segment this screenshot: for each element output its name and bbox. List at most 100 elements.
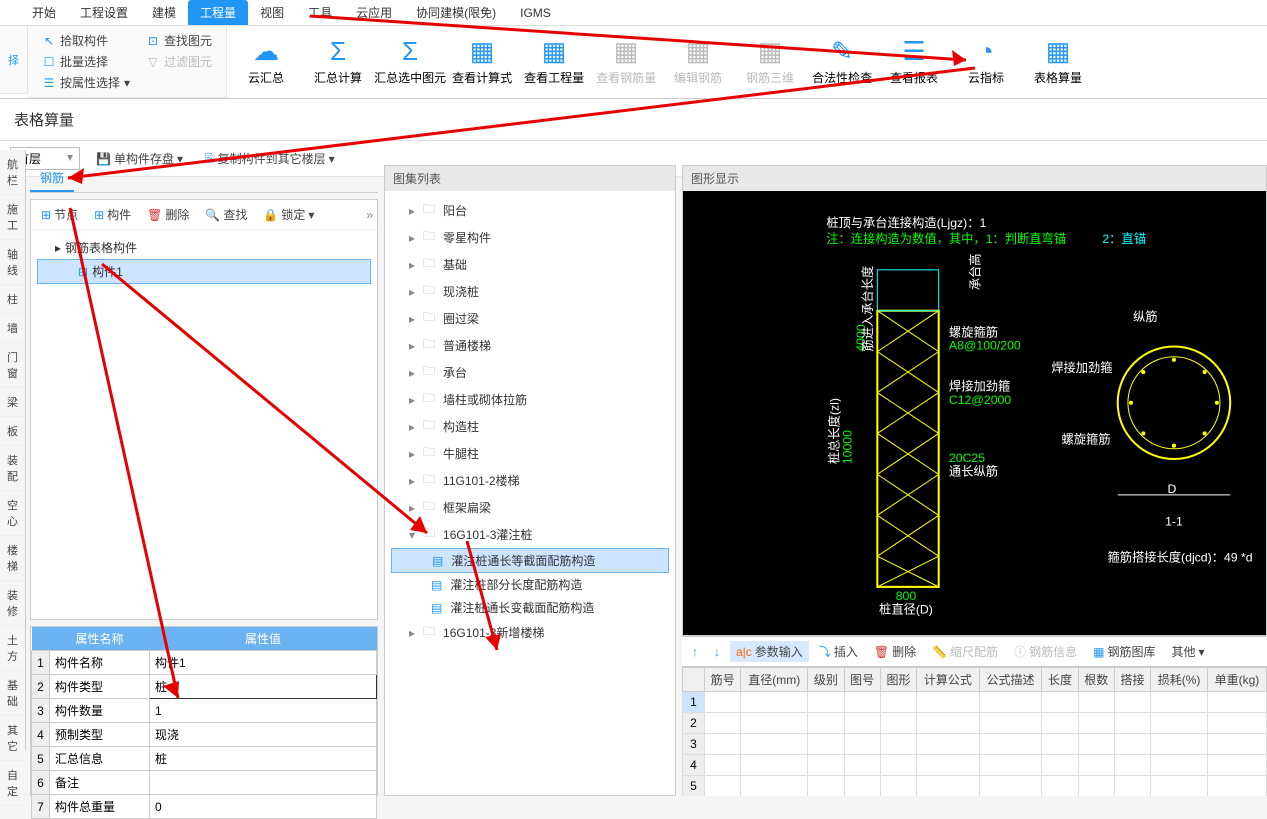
atlas-零星构件[interactable]: ▸🗀零星构件 [391, 224, 669, 251]
cat-自定[interactable]: 自定 [0, 761, 25, 806]
grid-cell[interactable] [1151, 755, 1208, 776]
grid-cell[interactable] [917, 692, 980, 713]
tree-root[interactable]: ▸ 钢筋表格构件 [37, 236, 371, 259]
tab-quantity[interactable]: 工程量 [188, 0, 248, 25]
grid-delete[interactable]: 🗑删除 [868, 641, 922, 662]
grid-cell[interactable] [1114, 692, 1150, 713]
cat-楼梯[interactable]: 楼梯 [0, 536, 25, 581]
grid-cell[interactable] [741, 755, 808, 776]
cat-轴线[interactable]: 轴线 [0, 240, 25, 285]
tab-modeling[interactable]: 建模 [140, 0, 188, 25]
atlas-11G101-2楼梯[interactable]: ▸🗀11G101-2楼梯 [391, 467, 669, 494]
grid-cell[interactable] [1151, 692, 1208, 713]
grid-cell[interactable] [1042, 776, 1078, 797]
cat-基础[interactable]: 基础 [0, 671, 25, 716]
delete-btn[interactable]: 🗑删除 [141, 204, 195, 225]
atlas-框架扁梁[interactable]: ▸🗀框架扁梁 [391, 494, 669, 521]
pick-component[interactable]: ↖拾取构件 [38, 30, 134, 51]
grid-cell[interactable] [979, 755, 1042, 776]
grid-cell[interactable] [979, 734, 1042, 755]
cat-门窗[interactable]: 门窗 [0, 343, 25, 388]
grid-cell[interactable] [1114, 713, 1150, 734]
prop-value[interactable]: 桩 [150, 675, 377, 699]
grid-cell[interactable] [1207, 734, 1266, 755]
grid-cell[interactable] [880, 713, 916, 734]
insert-btn[interactable]: ⤵插入 [813, 641, 864, 662]
more-btn[interactable]: » [366, 208, 373, 222]
atlas-阳台[interactable]: ▸🗀阳台 [391, 197, 669, 224]
tab-rebar[interactable]: 钢筋 [30, 165, 74, 192]
ribbon-编辑钢筋[interactable]: ▦编辑钢筋 [669, 30, 727, 90]
cat-空心[interactable]: 空心 [0, 491, 25, 536]
grid-cell[interactable] [1151, 734, 1208, 755]
grid-cell[interactable] [1207, 755, 1266, 776]
grid-nav-down[interactable]: ↓ [708, 643, 726, 661]
grid-cell[interactable] [1078, 713, 1114, 734]
ribbon-钢筋三维[interactable]: ▦钢筋三维 [741, 30, 799, 90]
cat-板[interactable]: 板 [0, 417, 25, 446]
tree-component1[interactable]: ⊞ 构件1 [37, 259, 371, 284]
grid-cell[interactable] [880, 734, 916, 755]
component-btn[interactable]: ⊞构件 [88, 204, 137, 225]
grid-cell[interactable] [808, 692, 844, 713]
grid-cell[interactable] [1151, 776, 1208, 797]
cat-其它[interactable]: 其它 [0, 716, 25, 761]
grid-cell[interactable] [1114, 776, 1150, 797]
grid-cell[interactable] [1114, 734, 1150, 755]
ribbon-汇总计算[interactable]: Σ汇总计算 [309, 30, 367, 90]
prop-value[interactable]: 0 [150, 795, 377, 819]
atlas-现浇桩[interactable]: ▸🗀现浇桩 [391, 278, 669, 305]
atlas-牛腿柱[interactable]: ▸🗀牛腿柱 [391, 440, 669, 467]
cat-装配[interactable]: 装配 [0, 446, 25, 491]
grid-cell[interactable] [979, 776, 1042, 797]
filter-element[interactable]: ▽过滤图元 [142, 51, 216, 72]
prop-value[interactable]: 构件1 [150, 651, 377, 675]
scale-rebar[interactable]: 📏缩尺配筋 [926, 641, 1004, 662]
atlas-item-灌注桩通长等截面配筋构造[interactable]: ▤灌注桩通长等截面配筋构造 [391, 548, 669, 573]
prop-value[interactable] [150, 771, 377, 795]
grid-cell[interactable] [1207, 713, 1266, 734]
grid-cell[interactable] [1078, 755, 1114, 776]
cat-墙[interactable]: 墙 [0, 314, 25, 343]
diagram-view[interactable]: 桩顶与承台连接构造(Ljgz)：1 注：连接构造为数值，其中，1：判断直弯锚 2… [683, 191, 1266, 635]
param-input[interactable]: a|c参数输入 [730, 641, 809, 662]
node-btn[interactable]: ⊞节点 [35, 204, 84, 225]
grid-cell[interactable] [979, 692, 1042, 713]
grid-cell[interactable] [741, 713, 808, 734]
prop-value[interactable]: 1 [150, 699, 377, 723]
grid-cell[interactable] [979, 713, 1042, 734]
grid-cell[interactable] [917, 755, 980, 776]
ribbon-查看工程量[interactable]: ▦查看工程量 [525, 30, 583, 90]
grid-cell[interactable] [1042, 713, 1078, 734]
cat-施工[interactable]: 施工 [0, 195, 25, 240]
grid-cell[interactable] [705, 755, 741, 776]
ribbon-云指标[interactable]: ◔云指标 [957, 30, 1015, 90]
atlas-墙柱或砌体拉筋[interactable]: ▸🗀墙柱或砌体拉筋 [391, 386, 669, 413]
grid-cell[interactable] [917, 776, 980, 797]
grid-cell[interactable] [880, 755, 916, 776]
find-element[interactable]: ⊡查找图元 [142, 30, 216, 51]
grid-cell[interactable] [741, 776, 808, 797]
grid-cell[interactable] [844, 734, 880, 755]
rebar-table[interactable]: 筋号直径(mm)级别图号图形计算公式公式描述长度根数搭接损耗(%)单重(kg) … [682, 667, 1267, 796]
atlas-item-灌注桩通长变截面配筋构造[interactable]: ▤灌注桩通长变截面配筋构造 [391, 596, 669, 619]
batch-select[interactable]: ☐批量选择 [38, 51, 134, 72]
grid-cell[interactable] [808, 713, 844, 734]
grid-cell[interactable] [1042, 734, 1078, 755]
grid-cell[interactable] [880, 776, 916, 797]
tab-tools[interactable]: 工具 [296, 0, 344, 25]
ribbon-查看报表[interactable]: ☰查看报表 [885, 30, 943, 90]
ribbon-汇总选中图元[interactable]: Σ汇总选中图元 [381, 30, 439, 90]
find-btn[interactable]: 🔍查找 [199, 204, 253, 225]
atlas-普通楼梯[interactable]: ▸🗀普通楼梯 [391, 332, 669, 359]
grid-cell[interactable] [741, 734, 808, 755]
grid-cell[interactable] [1078, 692, 1114, 713]
grid-cell[interactable] [844, 776, 880, 797]
grid-cell[interactable] [741, 692, 808, 713]
rebar-lib[interactable]: ▦钢筋图库 [1087, 641, 1161, 662]
grid-cell[interactable] [1207, 692, 1266, 713]
tab-project-settings[interactable]: 工程设置 [68, 0, 140, 25]
tab-view[interactable]: 视图 [248, 0, 296, 25]
grid-cell[interactable] [1042, 692, 1078, 713]
tab-collab[interactable]: 协同建模(限免) [404, 0, 508, 25]
